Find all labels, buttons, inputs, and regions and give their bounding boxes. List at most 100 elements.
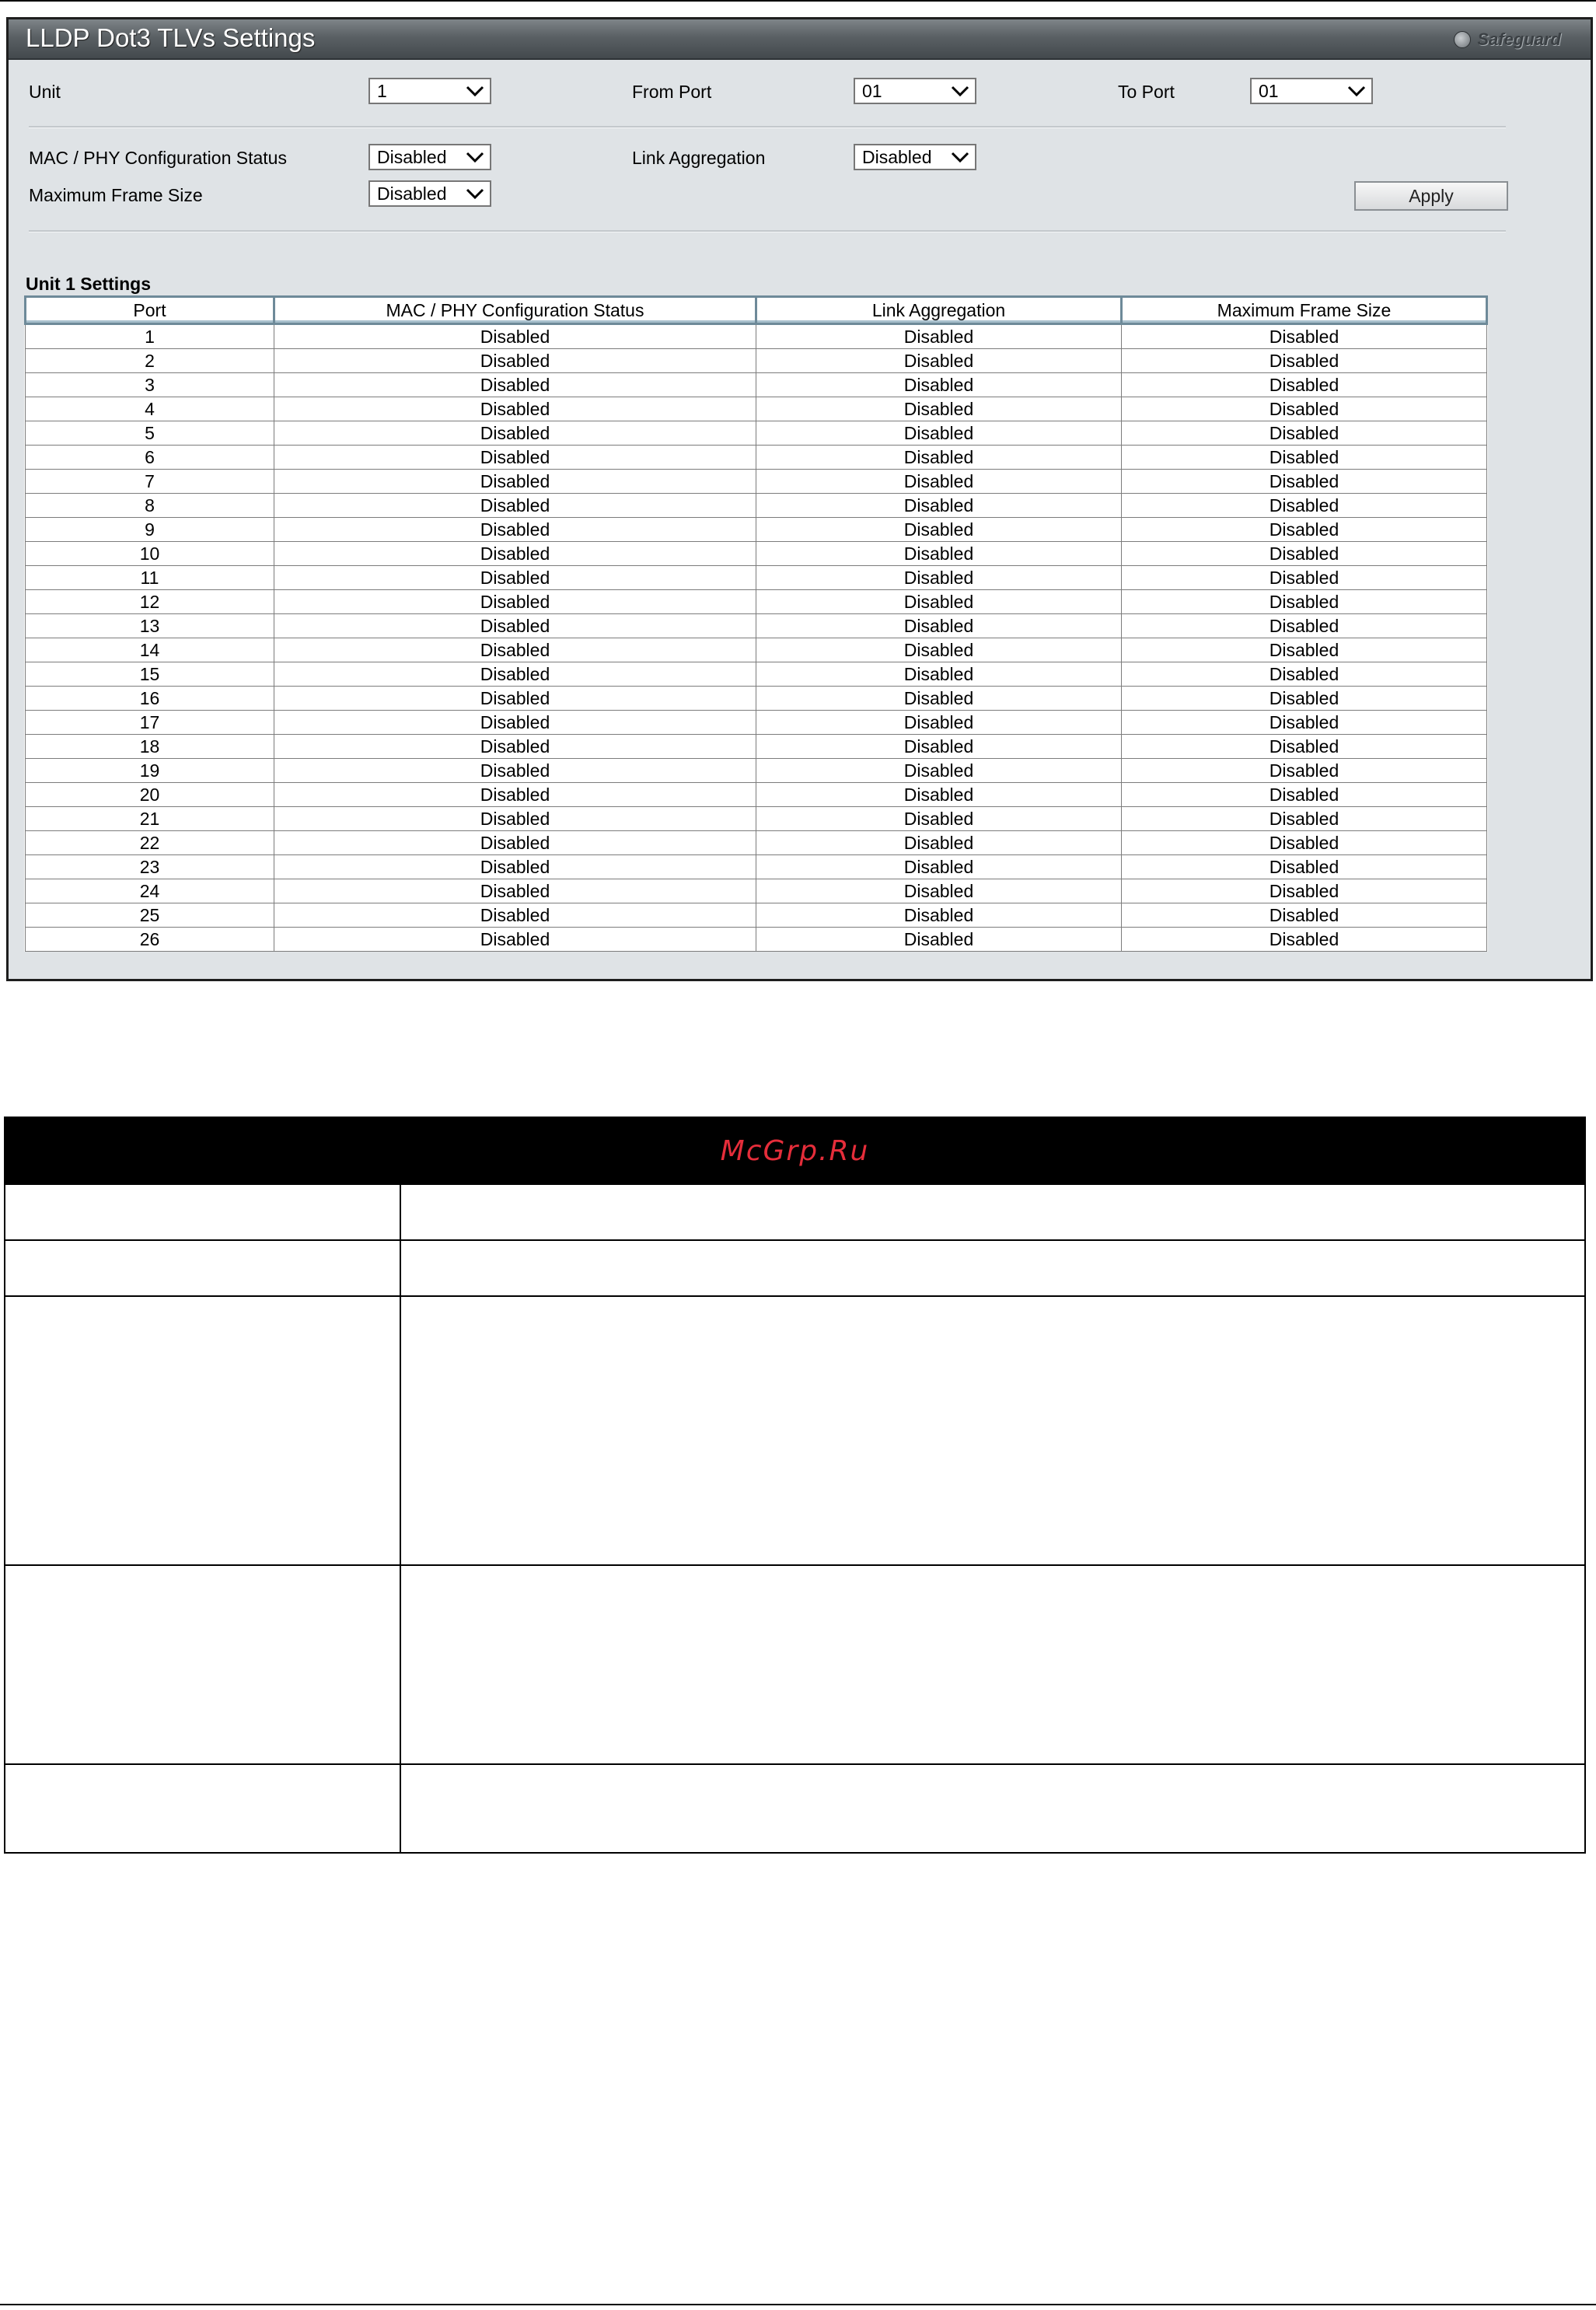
- description-row: [5, 1763, 1584, 1854]
- link-aggregation-cell: Disabled: [756, 541, 1122, 566]
- link-aggregation-cell: Disabled: [756, 710, 1122, 735]
- link-aggregation-cell: Disabled: [756, 517, 1122, 542]
- safeguard-label: Safeguard: [1477, 30, 1561, 49]
- link-aggregation-cell: Disabled: [756, 806, 1122, 831]
- chevron-down-icon: [951, 86, 969, 97]
- link-aggregation-cell: Disabled: [756, 662, 1122, 687]
- link-aggregation-cell: Disabled: [756, 493, 1122, 518]
- mac-phy-cell: Disabled: [274, 782, 756, 807]
- link-aggregation-cell: Disabled: [756, 469, 1122, 494]
- table-header-row: Port MAC / PHY Configuration Status Link…: [24, 295, 1488, 325]
- table-row: 26 Disabled Disabled Disabled: [25, 927, 1487, 952]
- description-cell: [5, 1241, 401, 1297]
- mac-phy-cell: Disabled: [274, 565, 756, 590]
- max-frame-size-cell: Disabled: [1121, 927, 1487, 952]
- port-cell: 16: [25, 686, 274, 711]
- mac-phy-cell: Disabled: [274, 734, 756, 759]
- link-aggregation-cell: Disabled: [756, 445, 1122, 470]
- from-port-label: From Port: [632, 82, 712, 102]
- table-row: 22 Disabled Disabled Disabled: [25, 830, 1487, 855]
- mac-phy-cell: Disabled: [274, 541, 756, 566]
- page-title: LLDP Dot3 TLVs Settings: [26, 23, 316, 52]
- port-cell: 21: [25, 806, 274, 831]
- link-aggregation-cell: Disabled: [756, 782, 1122, 807]
- max-frame-size-cell: Disabled: [1121, 806, 1487, 831]
- port-cell: 7: [25, 469, 274, 494]
- max-frame-size-cell: Disabled: [1121, 517, 1487, 542]
- mac-phy-cell: Disabled: [274, 323, 756, 349]
- max-frame-size-label: Maximum Frame Size: [29, 185, 203, 205]
- table-row: 23 Disabled Disabled Disabled: [25, 854, 1487, 879]
- table-row: 2 Disabled Disabled Disabled: [25, 348, 1487, 373]
- max-frame-size-select[interactable]: Disabled: [368, 180, 491, 207]
- table-row: 18 Disabled Disabled Disabled: [25, 734, 1487, 759]
- max-frame-size-cell: Disabled: [1121, 323, 1487, 349]
- table-row: 10 Disabled Disabled Disabled: [25, 541, 1487, 566]
- link-aggregation-cell: Disabled: [756, 903, 1122, 928]
- link-aggregation-cell: Disabled: [756, 589, 1122, 614]
- port-cell: 17: [25, 710, 274, 735]
- chevron-down-icon: [1347, 86, 1366, 97]
- mac-phy-label: MAC / PHY Configuration Status: [29, 148, 287, 168]
- port-cell: 26: [25, 927, 274, 952]
- max-frame-size-cell: Disabled: [1121, 758, 1487, 783]
- table-row: 6 Disabled Disabled Disabled: [25, 445, 1487, 470]
- max-frame-size-cell: Disabled: [1121, 541, 1487, 566]
- bottom-rule: [0, 2304, 1596, 2305]
- apply-button[interactable]: Apply: [1354, 181, 1508, 211]
- table-row: 24 Disabled Disabled Disabled: [25, 879, 1487, 903]
- port-cell: 12: [25, 589, 274, 614]
- port-cell: 20: [25, 782, 274, 807]
- link-aggregation-cell: Disabled: [756, 758, 1122, 783]
- table-row: 3 Disabled Disabled Disabled: [25, 372, 1487, 397]
- table-row: 8 Disabled Disabled Disabled: [25, 493, 1487, 518]
- lldp-dot3-tlvs-panel: LLDP Dot3 TLVs Settings Safeguard Unit 1…: [6, 17, 1593, 981]
- table-row: 19 Disabled Disabled Disabled: [25, 758, 1487, 783]
- max-frame-size-select-value: Disabled: [377, 183, 447, 204]
- link-aggregation-cell: Disabled: [756, 323, 1122, 349]
- table-row: 1 Disabled Disabled Disabled: [25, 323, 1487, 349]
- table-row: 17 Disabled Disabled Disabled: [25, 710, 1487, 735]
- mac-phy-cell: Disabled: [274, 469, 756, 494]
- max-frame-size-cell: Disabled: [1121, 710, 1487, 735]
- to-port-label: To Port: [1118, 82, 1175, 102]
- unit-select[interactable]: 1: [368, 78, 491, 104]
- port-cell: 18: [25, 734, 274, 759]
- mac-phy-cell: Disabled: [274, 903, 756, 928]
- port-cell: 22: [25, 830, 274, 855]
- chevron-down-icon: [466, 86, 484, 97]
- table-row: 13 Disabled Disabled Disabled: [25, 613, 1487, 638]
- link-aggregation-label: Link Aggregation: [632, 148, 766, 168]
- unit-select-value: 1: [377, 81, 387, 101]
- max-frame-size-cell: Disabled: [1121, 782, 1487, 807]
- from-port-select-value: 01: [862, 81, 882, 101]
- mac-phy-cell: Disabled: [274, 445, 756, 470]
- mac-phy-cell: Disabled: [274, 686, 756, 711]
- port-cell: 10: [25, 541, 274, 566]
- max-frame-size-cell: Disabled: [1121, 445, 1487, 470]
- mac-phy-cell: Disabled: [274, 854, 756, 879]
- port-cell: 8: [25, 493, 274, 518]
- mac-phy-select[interactable]: Disabled: [368, 144, 491, 170]
- link-aggregation-cell: Disabled: [756, 565, 1122, 590]
- port-cell: 3: [25, 372, 274, 397]
- chevron-down-icon: [466, 152, 484, 163]
- to-port-select[interactable]: 01: [1250, 78, 1373, 104]
- mac-phy-cell: Disabled: [274, 806, 756, 831]
- port-cell: 14: [25, 638, 274, 662]
- port-cell: 4: [25, 397, 274, 421]
- unit-label: Unit: [29, 82, 61, 102]
- table-row: 14 Disabled Disabled Disabled: [25, 638, 1487, 662]
- mac-phy-cell: Disabled: [274, 879, 756, 903]
- mac-phy-cell: Disabled: [274, 589, 756, 614]
- table-row: 5 Disabled Disabled Disabled: [25, 421, 1487, 446]
- link-aggregation-cell: Disabled: [756, 927, 1122, 952]
- description-row: [5, 1239, 1584, 1297]
- link-aggregation-cell: Disabled: [756, 638, 1122, 662]
- safeguard-indicator[interactable]: Safeguard: [1454, 29, 1561, 51]
- link-aggregation-select[interactable]: Disabled: [854, 144, 976, 170]
- max-frame-size-cell: Disabled: [1121, 903, 1487, 928]
- table-row: 9 Disabled Disabled Disabled: [25, 517, 1487, 542]
- description-table-header: McGrp.Ru: [5, 1118, 1584, 1183]
- from-port-select[interactable]: 01: [854, 78, 976, 104]
